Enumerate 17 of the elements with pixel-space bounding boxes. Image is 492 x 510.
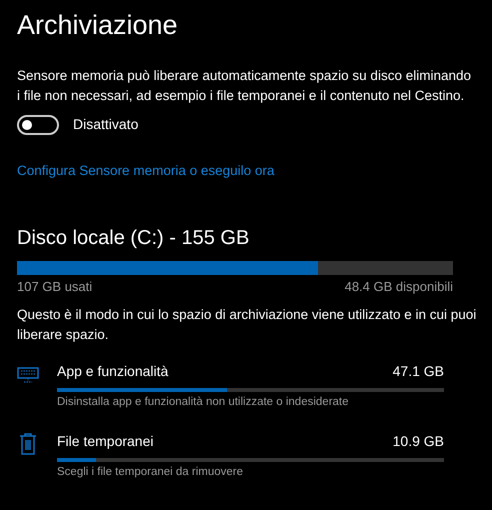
category-name[interactable]: App e funzionalità — [57, 360, 168, 382]
page-title: Archiviazione — [17, 9, 179, 42]
trash-icon — [19, 433, 37, 455]
configure-link[interactable]: Configura Sensore memoria o eseguilo ora — [17, 161, 274, 182]
toggle-label: Disattivato — [73, 115, 138, 134]
free-text: 48.4 GB disponibili — [344, 278, 453, 296]
category-hint: Scegli i file temporanei da rimuovere — [57, 465, 244, 480]
category-name[interactable]: File temporanei — [57, 431, 154, 452]
disk-title: Disco locale (C:) - 155 GB — [17, 226, 250, 252]
explanation-text: Questo è il modo in cui lo spazio di archiviazione viene utilizzato e in cui puoi liberare spazio. — [17, 306, 477, 344]
category-size: 10.9 GB — [392, 432, 444, 451]
monitor-icon — [17, 366, 39, 383]
description-text: Sensore memoria può liberare automaticamente spazio su disco eliminando i file non necessari, ad esempio i file temporanei e il contenuto nel Cestino. — [17, 67, 472, 105]
category-size: 47.1 GB — [392, 362, 444, 381]
used-text: 107 GB usati — [17, 278, 92, 296]
toggle-switch[interactable] — [17, 114, 59, 134]
category-hint: Disinstalla app e funzionalità non utilizzate o indesiderate — [57, 394, 350, 410]
